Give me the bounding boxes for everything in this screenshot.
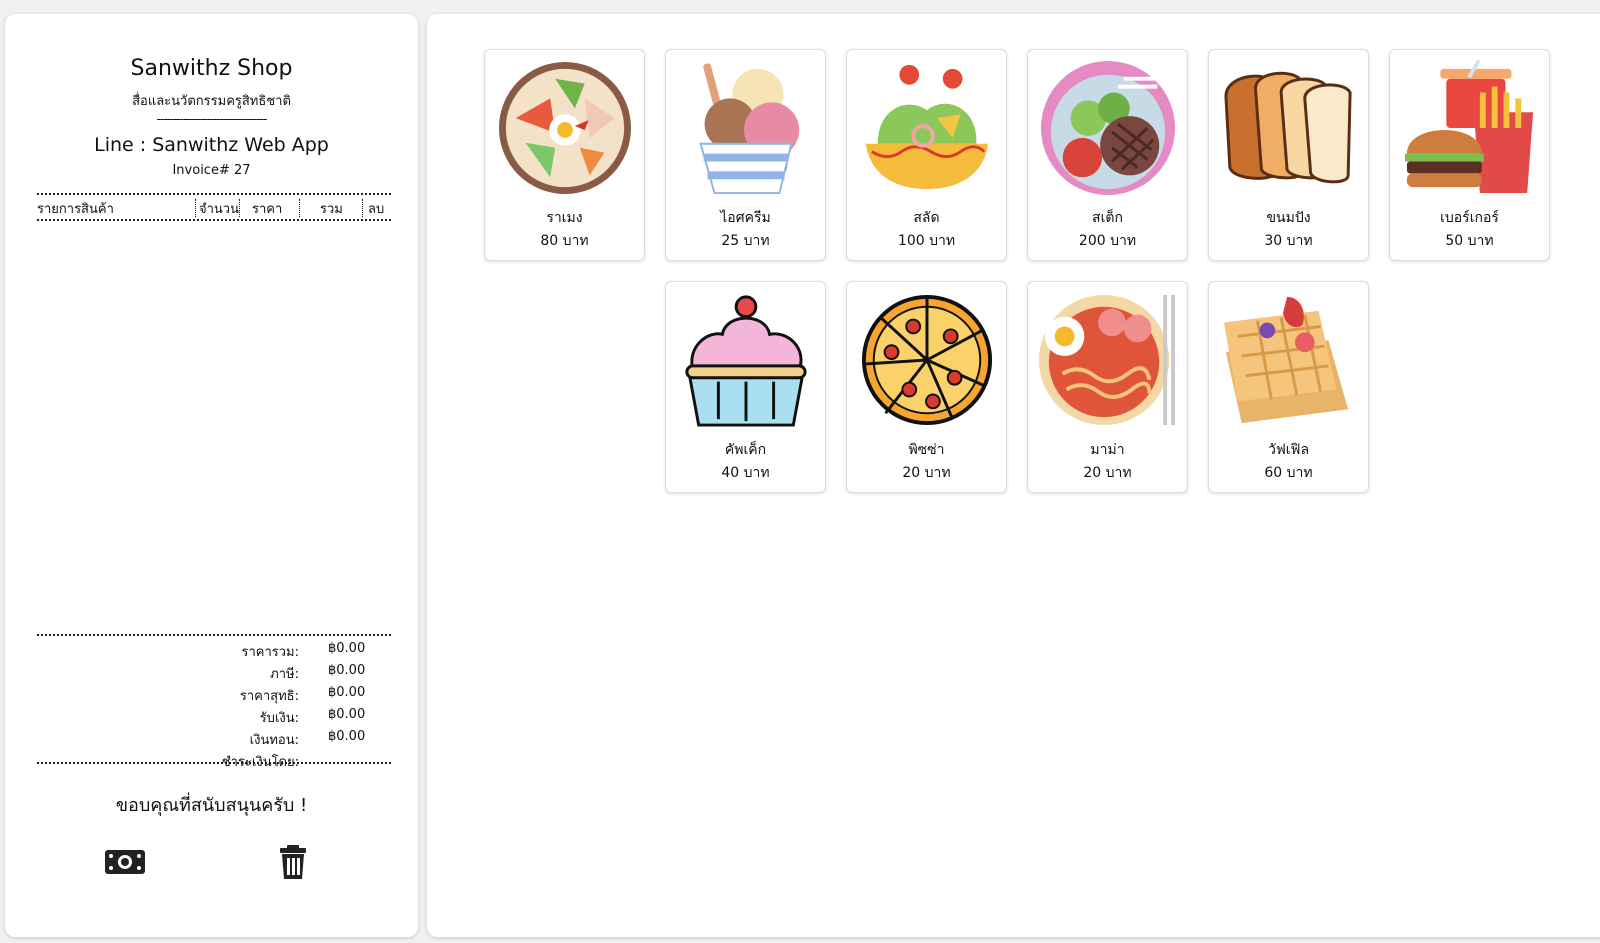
menu-item-ice-cream[interactable]: ไอศครีม 25 บาท bbox=[665, 49, 826, 261]
pay-button[interactable] bbox=[103, 842, 147, 882]
ramen-bowl-icon bbox=[496, 59, 634, 197]
thank-you-message: ขอบคุณที่สนับสนุนครับ ! bbox=[115, 795, 308, 816]
waffle-icon bbox=[1220, 291, 1358, 429]
column-divider bbox=[299, 199, 300, 217]
totals-section: ราคารวม: ฿0.00 ภาษี: ฿0.00 ราคาสุทธิ: ฿0… bbox=[37, 634, 391, 770]
tax-label: ภาษี: bbox=[270, 667, 299, 682]
menu-item-pizza[interactable]: พิซซ่า 20 บาท bbox=[846, 281, 1007, 493]
received-row: รับเงิน: ฿0.00 bbox=[37, 704, 391, 726]
received-label: รับเงิน: bbox=[259, 711, 299, 726]
column-qty: จำนวน bbox=[199, 202, 239, 217]
total-value: ฿0.00 bbox=[328, 641, 366, 656]
menu-item-cupcake[interactable]: คัพเค็ก 40 บาท bbox=[665, 281, 826, 493]
menu-item-name: วัฟเฟิล bbox=[1267, 442, 1310, 458]
column-item: รายการสินค้า bbox=[37, 202, 114, 217]
menu-panel: ราเมง 80 บาท ไอศครีม 25 บาท สลัด 100 บาท… bbox=[427, 14, 1600, 937]
menu-item-price: 20 บาท bbox=[902, 465, 951, 481]
menu-item-ramen[interactable]: ราเมง 80 บาท bbox=[484, 49, 645, 261]
menu-item-price: 40 บาท bbox=[721, 465, 770, 481]
menu-item-name: ไอศครีม bbox=[720, 210, 771, 226]
shop-subtitle: สื่อและนวัตกรรมครูสิทธิชาติ bbox=[132, 94, 291, 109]
pizza-icon bbox=[858, 291, 996, 429]
menu-item-burger[interactable]: เบอร์เกอร์ 50 บาท bbox=[1389, 49, 1550, 261]
item-table-header: รายการสินค้า จำนวน ราคา รวม ลบ bbox=[37, 193, 391, 221]
bread-icon bbox=[1220, 59, 1358, 197]
payment-method-label: ชำระเงินโดย: bbox=[221, 755, 299, 770]
trash-icon bbox=[271, 845, 315, 886]
steak-icon bbox=[1039, 59, 1177, 197]
menu-item-name: มาม่า bbox=[1090, 442, 1125, 458]
menu-item-noodles[interactable]: มาม่า 20 บาท bbox=[1027, 281, 1188, 493]
change-label: เงินทอน: bbox=[249, 733, 299, 748]
column-total: รวม bbox=[320, 202, 343, 217]
tax-row: ภาษี: ฿0.00 bbox=[37, 660, 391, 682]
invoice-number: Invoice# 27 bbox=[172, 163, 251, 178]
menu-item-price: 200 บาท bbox=[1078, 233, 1137, 249]
menu-item-name: เบอร์เกอร์ bbox=[1440, 210, 1499, 226]
tax-value: ฿0.00 bbox=[328, 663, 366, 678]
menu-grid: ราเมง 80 บาท ไอศครีม 25 บาท สลัด 100 บาท… bbox=[481, 49, 1553, 493]
received-value: ฿0.00 bbox=[328, 707, 366, 722]
total-label: ราคารวม: bbox=[241, 645, 299, 660]
net-value: ฿0.00 bbox=[328, 685, 366, 700]
column-divider bbox=[195, 199, 196, 217]
column-divider bbox=[362, 199, 363, 217]
menu-item-name: พิซซ่า bbox=[908, 442, 945, 458]
menu-item-name: สลัด bbox=[913, 210, 940, 226]
menu-item-price: 30 บาท bbox=[1264, 233, 1313, 249]
ice-cream-icon bbox=[677, 59, 815, 197]
total-row: ราคารวม: ฿0.00 bbox=[37, 638, 391, 660]
line-id: Line : Sanwithz Web App bbox=[94, 134, 329, 156]
menu-item-price: 20 บาท bbox=[1083, 465, 1132, 481]
menu-item-price: 50 บาท bbox=[1445, 233, 1494, 249]
column-delete: ลบ bbox=[368, 202, 385, 217]
salad-icon bbox=[858, 59, 996, 197]
menu-item-price: 25 บาท bbox=[721, 233, 770, 249]
change-value: ฿0.00 bbox=[328, 729, 366, 744]
column-divider bbox=[239, 199, 240, 217]
noodles-icon bbox=[1039, 291, 1177, 429]
change-row: เงินทอน: ฿0.00 bbox=[37, 726, 391, 748]
burger-icon bbox=[1401, 59, 1539, 197]
menu-item-name: คัพเค็ก bbox=[724, 442, 767, 458]
menu-item-waffle[interactable]: วัฟเฟิล 60 บาท bbox=[1208, 281, 1369, 493]
column-price: ราคา bbox=[252, 202, 283, 217]
clear-order-button[interactable] bbox=[271, 842, 315, 882]
menu-item-name: ขนมปัง bbox=[1266, 210, 1311, 226]
order-items-list bbox=[37, 220, 391, 632]
net-label: ราคาสุทธิ: bbox=[239, 689, 299, 704]
menu-item-name: ราเมง bbox=[546, 210, 583, 226]
menu-item-steak[interactable]: สเต็ก 200 บาท bbox=[1027, 49, 1188, 261]
receipt-panel: Sanwithz Shop สื่อและนวัตกรรมครูสิทธิชาต… bbox=[5, 14, 418, 937]
payment-method-row: ชำระเงินโดย: bbox=[37, 748, 391, 770]
menu-item-price: 60 บาท bbox=[1264, 465, 1313, 481]
cupcake-icon bbox=[677, 291, 815, 429]
net-row: ราคาสุทธิ: ฿0.00 bbox=[37, 682, 391, 704]
menu-item-price: 80 บาท bbox=[540, 233, 589, 249]
menu-item-price: 100 บาท bbox=[897, 233, 956, 249]
menu-item-name: สเต็ก bbox=[1092, 210, 1123, 226]
dash-divider: --------------------------------- bbox=[156, 112, 268, 126]
menu-item-bread[interactable]: ขนมปัง 30 บาท bbox=[1208, 49, 1369, 261]
menu-item-salad[interactable]: สลัด 100 บาท bbox=[846, 49, 1007, 261]
cash-icon bbox=[103, 850, 147, 886]
shop-name: Sanwithz Shop bbox=[130, 56, 293, 81]
